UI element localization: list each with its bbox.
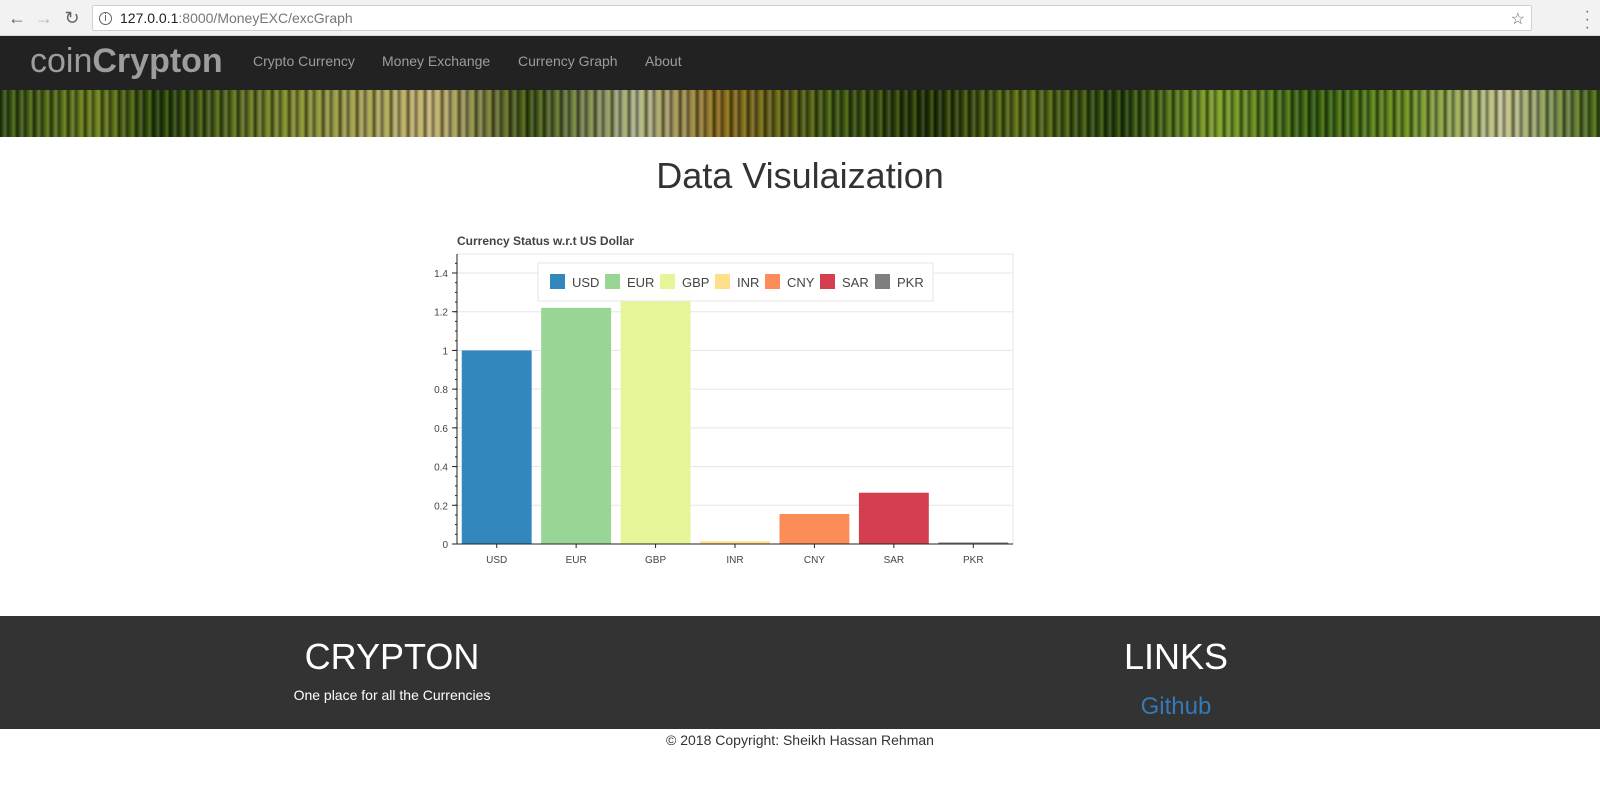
y-tick-label: 0.6 [434,424,448,435]
legend-label-pkr: PKR [897,275,924,290]
footer-tagline: One place for all the Currencies [293,687,491,703]
url-path: :8000/MoneyEXC/excGraph [178,10,353,26]
legend-label-inr: INR [737,275,759,290]
bar-usd [461,350,532,544]
y-tick-label: 0 [442,540,448,551]
browser-toolbar: ← → ↻ i 127.0.0.1:8000/MoneyEXC/excGraph… [0,0,1600,36]
browser-menu-icon[interactable]: · · · [1585,4,1590,36]
address-bar[interactable]: i 127.0.0.1:8000/MoneyEXC/excGraph ☆ [92,5,1532,31]
y-tick-label: 1.4 [434,269,448,280]
footer: CRYPTON One place for all the Currencies… [0,616,1600,729]
bar-sar [858,492,929,544]
github-link[interactable]: Github [976,693,1376,721]
legend-label-usd: USD [572,275,599,290]
x-tick-label: GBP [645,555,666,566]
legend-label-eur: EUR [627,275,654,290]
brand-light: coin [30,42,93,80]
footer-brand-title: CRYPTON [304,636,480,677]
legend-swatch-pkr [875,274,890,289]
copyright-text: © 2018 Copyright: Sheikh Hassan Rehman [666,732,934,748]
legend-label-cny: CNY [787,275,815,290]
footer-links-title: LINKS [1123,636,1229,677]
reload-icon[interactable]: ↻ [60,6,84,30]
y-tick-label: 0.8 [434,385,448,396]
header-banner-image [0,90,1600,137]
x-tick-label: SAR [884,555,905,566]
legend-swatch-inr [715,274,730,289]
legend-swatch-eur [605,274,620,289]
legend-label-sar: SAR [842,275,869,290]
y-tick-label: 1.2 [434,308,448,319]
y-tick-label: 0.4 [434,463,448,474]
url-host: 127.0.0.1 [120,10,179,26]
y-tick-label: 1 [442,346,448,357]
forward-arrow-icon[interactable]: → [32,6,56,30]
brand-logo[interactable]: coinCrypton [30,42,223,81]
bar-gbp [620,273,691,544]
brand-bold: Crypton [92,42,223,80]
legend-swatch-usd [550,274,565,289]
nav-currency-graph[interactable]: Currency Graph [518,53,618,69]
bar-cny [779,513,850,544]
site-navbar: coinCrypton Crypto Currency Money Exchan… [0,36,1600,90]
legend-swatch-cny [765,274,780,289]
legend-label-gbp: GBP [682,275,709,290]
nav-crypto-currency[interactable]: Crypto Currency [253,53,355,69]
nav-money-exchange[interactable]: Money Exchange [382,53,490,69]
x-tick-label: CNY [804,555,825,566]
legend-swatch-gbp [660,274,675,289]
x-tick-label: EUR [566,555,587,566]
legend-swatch-sar [820,274,835,289]
x-tick-label: INR [726,555,743,566]
bookmark-star-icon[interactable]: ☆ [1511,9,1525,29]
x-tick-label: USD [486,555,507,566]
currency-bar-chart: 0 0.2 0.4 0.6 0.8 1 1.2 1.4 USD EUR GBP INR CNY SAR PK… [434,253,1014,566]
page-title: Data Visulaization [656,155,944,196]
x-tick-label: PKR [963,555,984,566]
info-icon[interactable]: i [99,11,112,25]
y-tick-label: 0.2 [434,501,448,512]
nav-about[interactable]: About [645,53,682,69]
back-arrow-icon[interactable]: ← [5,6,29,30]
bar-eur [541,307,612,544]
